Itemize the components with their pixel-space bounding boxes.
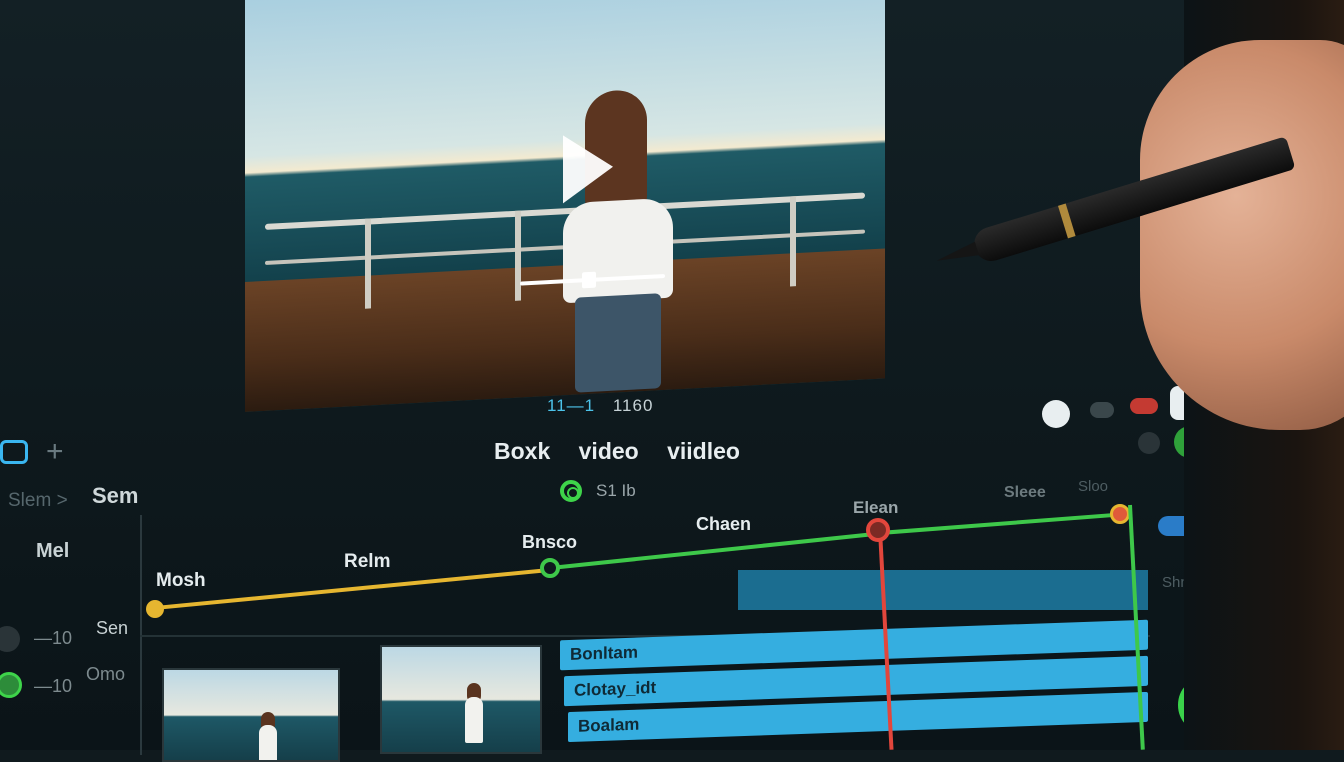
clip-thumbnail[interactable] [162, 668, 340, 762]
active-toggle-icon[interactable] [0, 672, 22, 698]
toggle-icon[interactable] [0, 626, 20, 652]
side-label: Mel [36, 540, 70, 562]
playhead-handle[interactable] [866, 518, 890, 542]
scrubber-handle[interactable] [582, 271, 596, 289]
add-icon[interactable]: + [46, 437, 72, 467]
timecode: 11—1 1160 [547, 396, 653, 416]
track-fill [738, 570, 1148, 610]
timeline-marker: Mosh [156, 570, 206, 591]
preview-post [790, 196, 796, 287]
hand [1140, 40, 1344, 430]
control-dot-icon[interactable] [1138, 432, 1160, 454]
timeline-marker: Bnsco [522, 532, 578, 552]
timecode-current: 11—1 [547, 396, 596, 415]
tab-inactive[interactable]: Slem > [8, 490, 68, 512]
timeline-marker: Elean [853, 498, 899, 517]
record-indicator-icon[interactable] [1130, 398, 1158, 414]
timeline-marker: Sleee [1004, 484, 1046, 501]
crop-icon[interactable] [0, 440, 28, 464]
side-label: —10 [34, 676, 73, 696]
timeline-marker: Relm [344, 551, 391, 572]
control-dot-icon[interactable] [1042, 400, 1070, 428]
clip-thumbnail[interactable] [380, 645, 542, 754]
tab-active[interactable]: Sem [92, 483, 138, 509]
title-word: viidleo [667, 438, 740, 464]
video-preview[interactable] [245, 0, 885, 413]
clip-title-row: Boхk video viidleo [494, 438, 762, 465]
keyframe-handle[interactable] [1110, 504, 1130, 524]
title-word: video [578, 438, 639, 464]
side-label: —10 [34, 628, 73, 648]
preview-post [365, 218, 371, 309]
timeline-marker: Chaen [696, 514, 752, 534]
timecode-total: 1160 [612, 396, 654, 415]
preview-post [515, 210, 521, 301]
keyframe-handle[interactable] [146, 600, 164, 618]
title-word: Boхk [494, 438, 551, 464]
side-label: Omo [86, 664, 126, 684]
keyframe-handle[interactable] [540, 558, 560, 578]
editor-screen: 11—1 1160 Boхk video viidleo S1 Ib + Sle… [0, 0, 1344, 762]
play-icon[interactable] [563, 132, 613, 204]
control-pill-icon[interactable] [1090, 402, 1114, 418]
side-label: Sen [96, 618, 129, 638]
right-label: Sloo [1078, 478, 1109, 495]
